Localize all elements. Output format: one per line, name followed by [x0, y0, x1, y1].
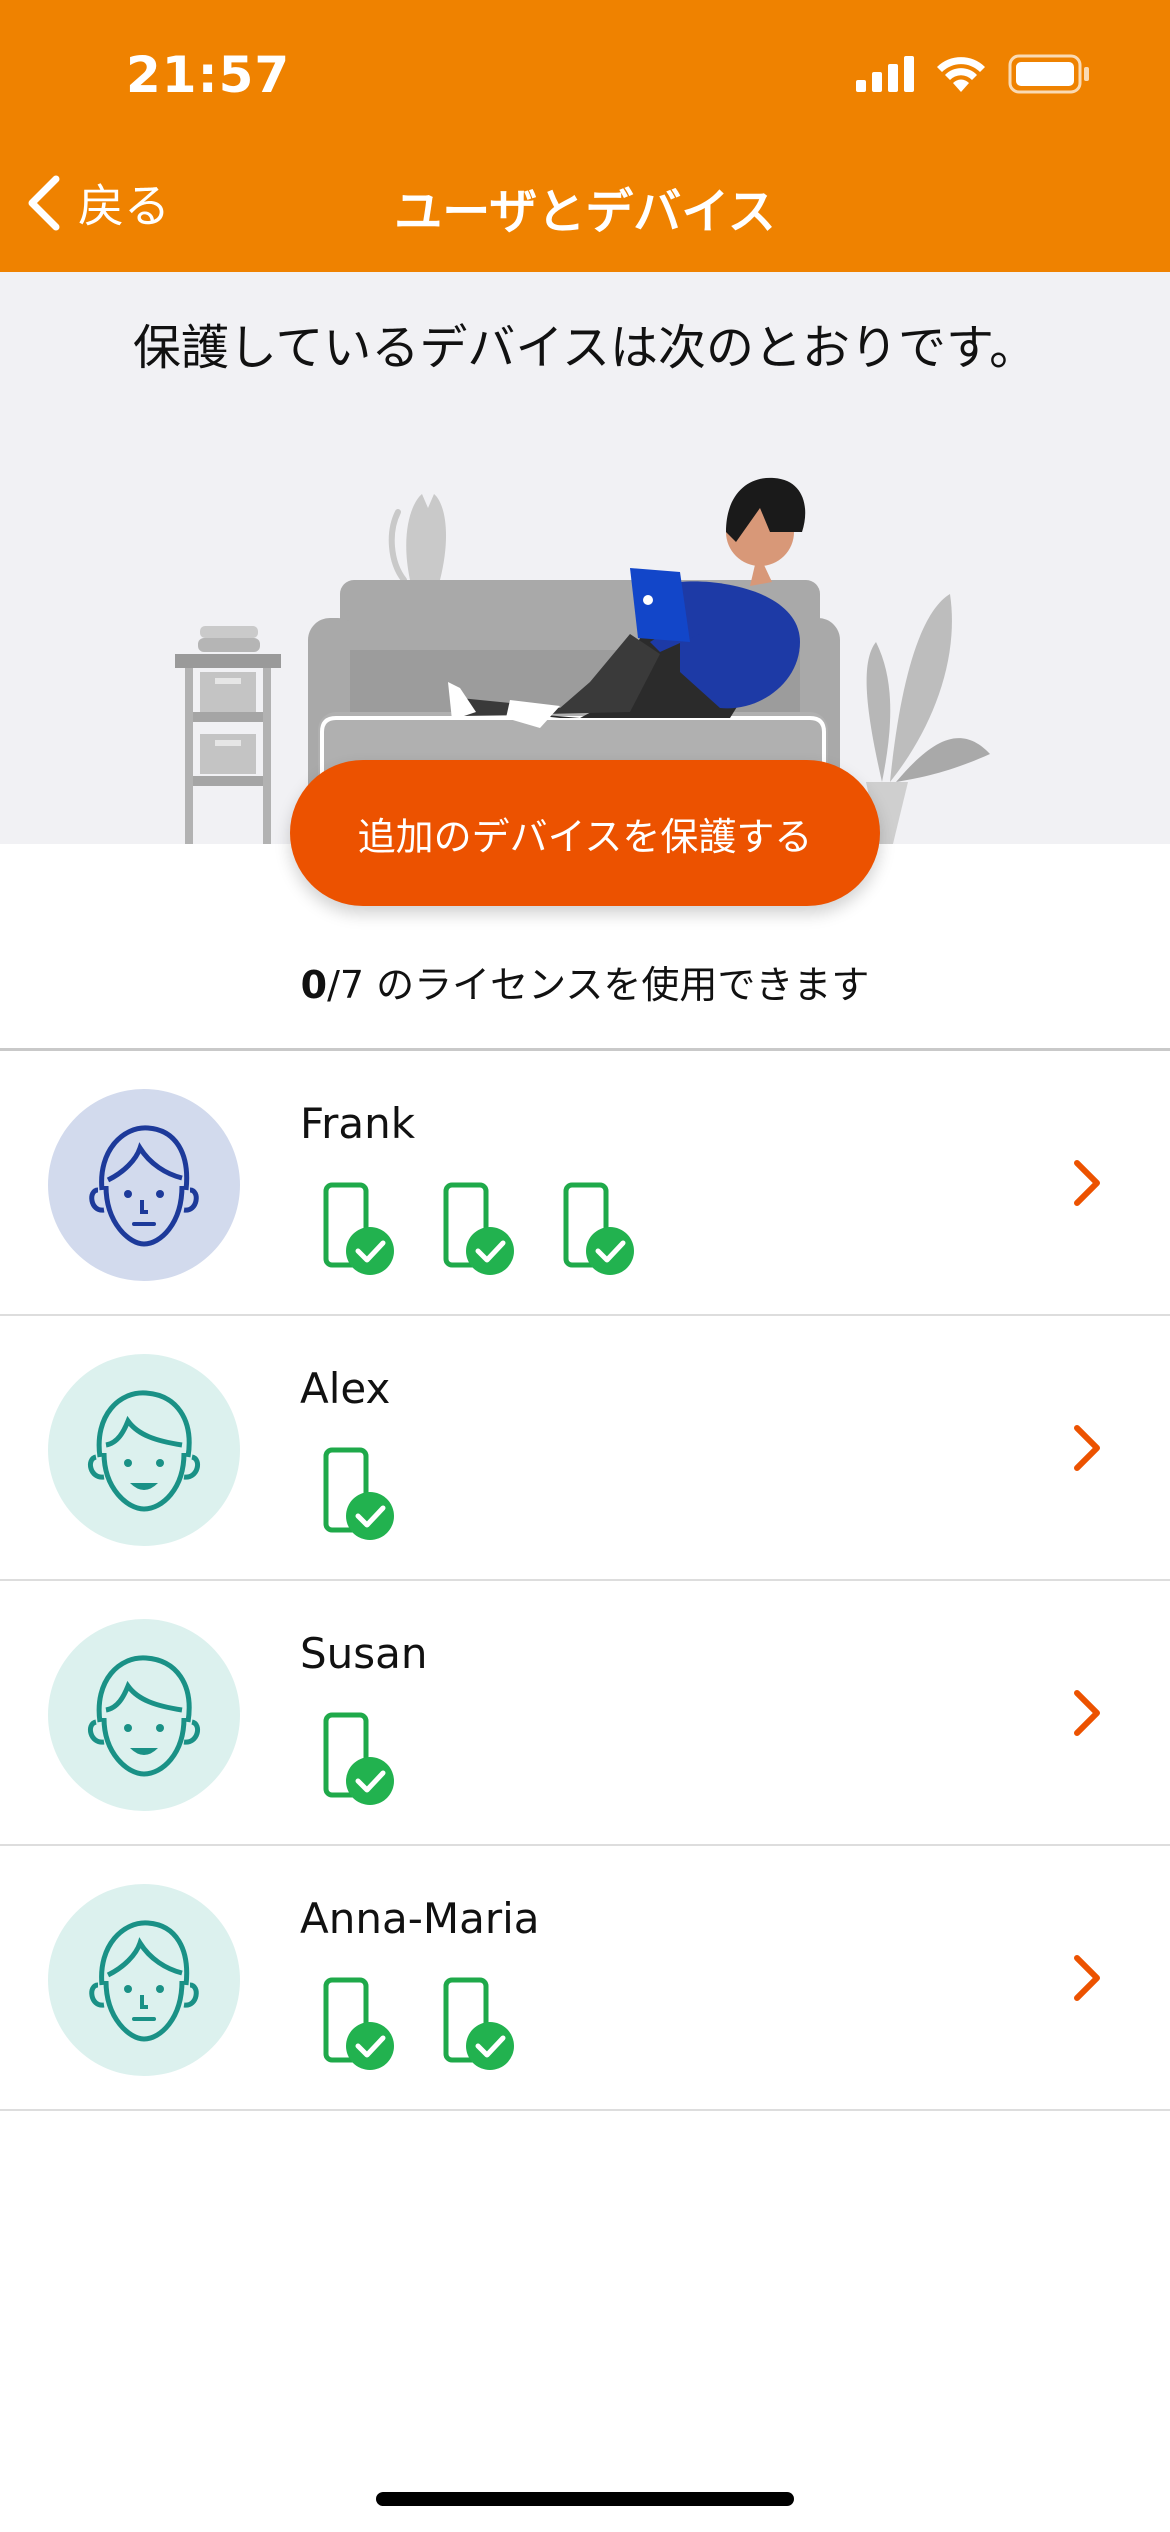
- hero-heading: 保護しているデバイスは次のとおりです。: [132, 320, 1038, 376]
- child-avatar-icon: [87, 1390, 201, 1512]
- chevron-right-icon: [1074, 1425, 1100, 1471]
- chevron-right-icon: [1074, 1955, 1100, 2001]
- child-avatar-icon: [87, 1655, 201, 1777]
- user-row-frank[interactable]: Frank: [0, 1051, 1170, 1316]
- chevron-right-icon: [1074, 1160, 1100, 1206]
- protected-phone-icon: [443, 1977, 514, 2070]
- app-header: 21:57 戻る ユーザとデバイス: [0, 0, 1170, 272]
- license-rest-text: /7 のライセンスを使用できます: [327, 963, 870, 1007]
- protected-phone-icon: [323, 1712, 394, 1805]
- user-name: Frank: [300, 1099, 416, 1148]
- protected-phone-icon: [563, 1182, 634, 1275]
- license-info: 0/7 のライセンスを使用できます: [0, 954, 1170, 1009]
- chevron-right-icon: [1074, 1690, 1100, 1736]
- wifi-icon: [937, 57, 985, 92]
- user-row-susan[interactable]: Susan: [0, 1581, 1170, 1846]
- protected-phone-icon: [323, 1977, 394, 2070]
- home-indicator[interactable]: [376, 2492, 794, 2506]
- male-avatar-icon: [89, 1125, 199, 1247]
- user-name: Susan: [300, 1629, 428, 1678]
- user-list: Frank Alex Susan Anna-Maria: [0, 1051, 1170, 2111]
- device-list: [322, 1711, 406, 1807]
- user-row-alex[interactable]: Alex: [0, 1316, 1170, 1581]
- battery-icon: [1008, 54, 1089, 94]
- protected-phone-icon: [323, 1182, 394, 1275]
- user-row-anna-maria[interactable]: Anna-Maria: [0, 1846, 1170, 2111]
- user-name: Anna-Maria: [300, 1894, 540, 1943]
- protected-phone-icon: [323, 1447, 394, 1540]
- signal-icon: [856, 56, 914, 92]
- protected-phone-icon: [443, 1182, 514, 1275]
- device-list: [322, 1181, 646, 1277]
- user-name: Alex: [300, 1364, 391, 1413]
- device-list: [322, 1976, 526, 2072]
- avatar: [48, 1089, 240, 1281]
- hero-banner: 保護しているデバイスは次のとおりです。: [0, 272, 1170, 844]
- teen-avatar-icon: [89, 1920, 199, 2042]
- protect-more-devices-button[interactable]: 追加のデバイスを保護する: [290, 760, 880, 906]
- device-list: [322, 1446, 406, 1542]
- license-used-count: 0: [300, 963, 328, 1007]
- avatar: [48, 1619, 240, 1811]
- status-time: 21:57: [126, 46, 291, 104]
- page-title: ユーザとデバイス: [394, 184, 776, 240]
- avatar: [48, 1354, 240, 1546]
- status-icons: [856, 54, 1090, 94]
- avatar: [48, 1884, 240, 2076]
